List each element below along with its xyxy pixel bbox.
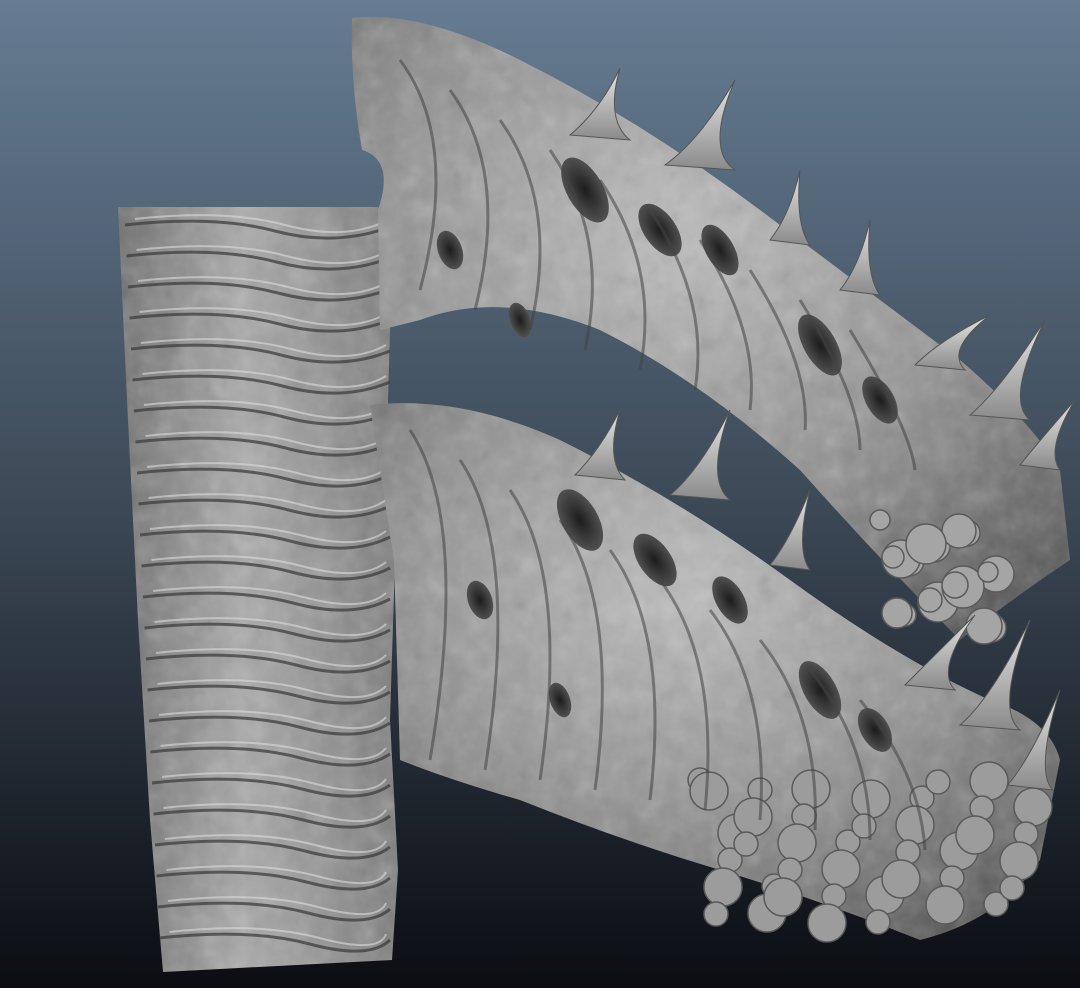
lump (733, 797, 773, 837)
lump (881, 597, 913, 629)
lump (999, 875, 1025, 901)
lump (821, 849, 861, 889)
lump (925, 885, 965, 925)
3d-sculpt-viewport[interactable] (0, 0, 1080, 988)
viewport-canvas (0, 0, 1080, 988)
lump (977, 561, 999, 583)
lump (941, 571, 969, 599)
lump (703, 901, 729, 927)
lump (895, 805, 935, 845)
lump (763, 877, 803, 917)
lump (807, 903, 847, 943)
lump (999, 841, 1039, 881)
lump (881, 545, 905, 569)
lump (791, 769, 831, 809)
lump (733, 831, 759, 857)
lump (851, 779, 891, 819)
lump (851, 813, 877, 839)
lump (925, 769, 951, 795)
lump (965, 607, 1003, 645)
lump (865, 909, 891, 935)
lump (689, 771, 729, 811)
lump (905, 523, 947, 565)
lump (869, 509, 891, 531)
sculpt-texture-slab (118, 207, 398, 972)
lump (777, 823, 817, 863)
lump (703, 867, 743, 907)
lump (955, 815, 995, 855)
lump (881, 859, 921, 899)
lump (917, 587, 943, 613)
lump (1013, 787, 1053, 827)
lump (941, 513, 977, 549)
lump (969, 761, 1009, 801)
